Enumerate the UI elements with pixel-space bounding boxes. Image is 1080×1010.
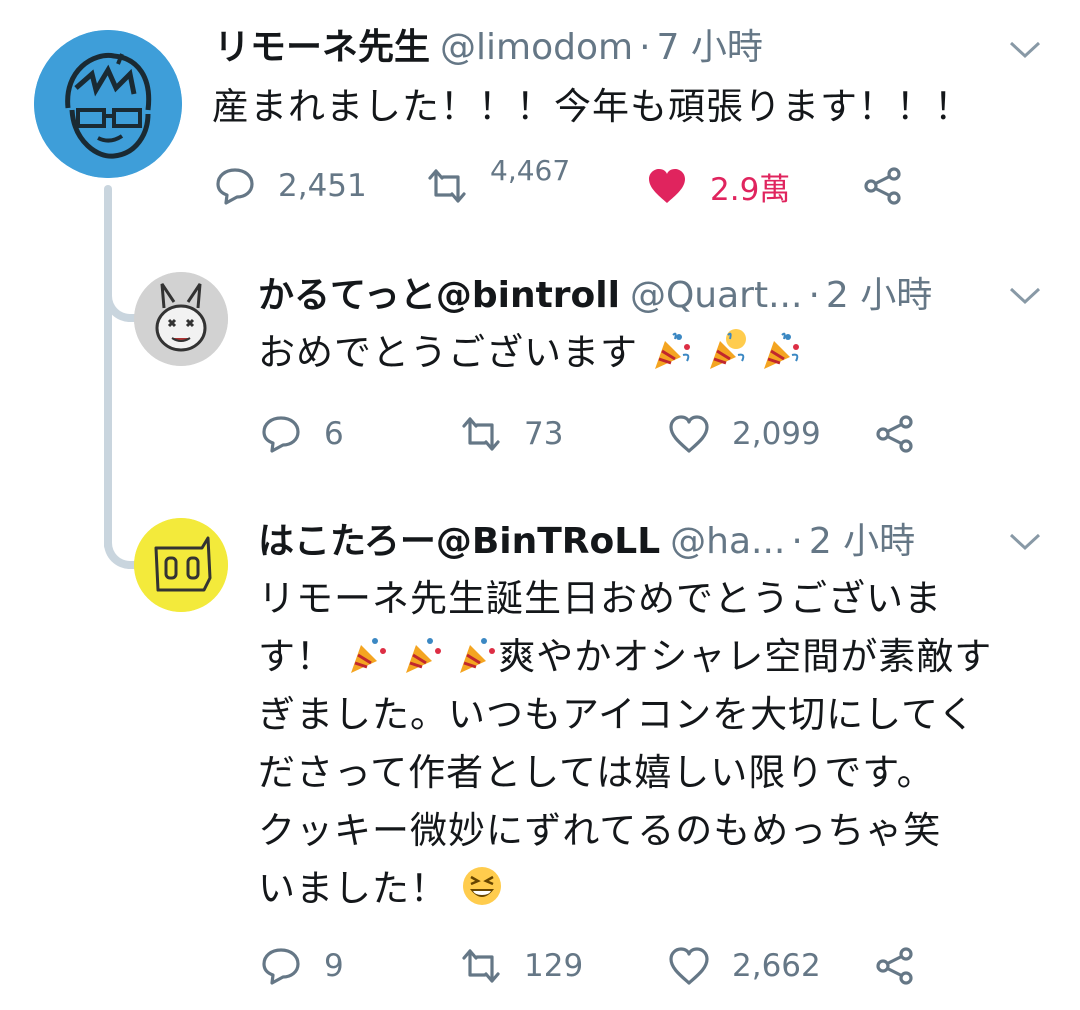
heart-icon — [669, 947, 709, 985]
tweet-actions: 2,451 4,467 2.9萬 — [214, 154, 1034, 210]
speech-bubble-icon — [262, 416, 300, 453]
reply-button[interactable]: 6 — [260, 410, 344, 458]
tweet-text-line: リモーネ先生誕生日おめでとうございま — [258, 577, 942, 620]
tweet-header: リモーネ先生 @limodom · 7 小時 — [214, 26, 763, 70]
timestamp[interactable]: 2 小時 — [809, 520, 915, 564]
party-popper-icon — [405, 638, 441, 673]
user-handle[interactable]: @ha... — [670, 520, 785, 564]
retweet-count: 73 — [524, 416, 564, 452]
tweet-header: かるてっと@bintroll @Quart... · 2 小時 — [258, 274, 932, 318]
tweet-text-body: おめでとうございます — [258, 331, 638, 374]
tweet-text: おめでとうございます — [258, 324, 802, 382]
grinning-squinting-face-icon — [462, 867, 501, 905]
reply-count: 2,451 — [278, 168, 367, 204]
party-popper-icon — [350, 638, 386, 673]
display-name[interactable]: はこたろー@BinTRoLL — [258, 520, 660, 564]
speech-bubble-icon — [216, 168, 254, 205]
reply-button[interactable]: 2,451 — [214, 162, 367, 210]
chevron-down-icon[interactable] — [1008, 40, 1042, 60]
separator-dot: · — [808, 275, 820, 316]
separator-dot: · — [639, 27, 651, 68]
chevron-down-icon[interactable] — [1008, 286, 1042, 306]
share-nodes-icon — [876, 415, 913, 453]
tweet-text-line: ぎました。いつもアイコンを大切にしてく — [258, 693, 976, 736]
party-popper-icon — [764, 332, 800, 369]
tweet-text: 産まれました！！！今年も頑張ります！！！ — [212, 85, 972, 128]
party-popper-icon — [460, 638, 496, 673]
speech-bubble-icon — [262, 948, 300, 985]
tweet-text-line: クッキー微妙にずれてるのもめっちゃ笑 — [258, 809, 942, 852]
like-count: 2,099 — [732, 416, 821, 452]
retweet-button[interactable]: 73 — [460, 410, 563, 458]
heart-icon — [669, 415, 709, 453]
tweet-text: リモーネ先生誕生日おめでとうございま す！ 爽やかオシャレ空間が素敵す ぎました… — [258, 570, 1048, 918]
share-button[interactable] — [874, 942, 938, 990]
party-popper-icon — [709, 329, 746, 369]
avatar[interactable] — [134, 518, 228, 612]
retweet-button[interactable]: 4,467 — [426, 154, 570, 210]
retweet-arrows-icon — [428, 169, 466, 203]
tweet-text-line: ださって作者としては嬉しい限りです。 — [258, 751, 935, 794]
reply-button[interactable]: 9 — [260, 942, 344, 990]
tweet-thread: リモーネ先生 @limodom · 7 小時 産まれました！！！今年も頑張ります… — [0, 0, 1080, 1010]
reply-count: 6 — [324, 416, 344, 452]
avatar[interactable] — [134, 272, 228, 366]
like-button[interactable]: 2,099 — [668, 410, 821, 458]
retweet-arrows-icon — [462, 949, 500, 983]
tweet-text-line: す！ 爽やかオシャレ空間が素敵す — [258, 628, 1048, 686]
thread-line — [104, 185, 112, 550]
display-name[interactable]: リモーネ先生 — [214, 26, 430, 70]
share-button[interactable] — [862, 162, 926, 210]
like-count: 2,662 — [732, 948, 821, 984]
retweet-count: 4,467 — [490, 153, 571, 187]
share-nodes-icon — [864, 167, 901, 205]
retweet-button[interactable]: 129 — [460, 942, 583, 990]
share-button[interactable] — [874, 410, 938, 458]
display-name[interactable]: かるてっと@bintroll — [258, 274, 620, 318]
avatar[interactable] — [34, 30, 182, 178]
tweet-text-line: いました！ — [258, 860, 1048, 918]
like-count: 2.9萬 — [710, 171, 791, 208]
retweet-count: 129 — [524, 948, 584, 984]
timestamp[interactable]: 7 小時 — [657, 26, 763, 70]
tweet-text-segment: いました！ — [258, 867, 448, 910]
like-button[interactable]: 2.9萬 — [646, 162, 790, 210]
user-handle[interactable]: @Quart... — [630, 274, 802, 318]
timestamp[interactable]: 2 小時 — [826, 274, 932, 318]
chevron-down-icon[interactable] — [1008, 532, 1042, 552]
tweet-text-segment: す！ — [258, 635, 334, 678]
like-button[interactable]: 2,662 — [668, 942, 821, 990]
tweet-text-segment: 爽やかオシャレ空間が素敵す — [498, 635, 993, 678]
tweet-actions: 9 129 2,662 — [260, 942, 1040, 990]
separator-dot: · — [791, 521, 803, 562]
reply-count: 9 — [324, 948, 344, 984]
heart-icon — [649, 169, 685, 203]
party-popper-icon — [654, 332, 690, 369]
retweet-arrows-icon — [462, 417, 500, 451]
tweet-actions: 6 73 2,099 — [260, 410, 1040, 458]
user-handle[interactable]: @limodom — [440, 26, 633, 70]
tweet-header: はこたろー@BinTRoLL @ha... · 2 小時 — [258, 520, 915, 564]
share-nodes-icon — [876, 947, 913, 985]
